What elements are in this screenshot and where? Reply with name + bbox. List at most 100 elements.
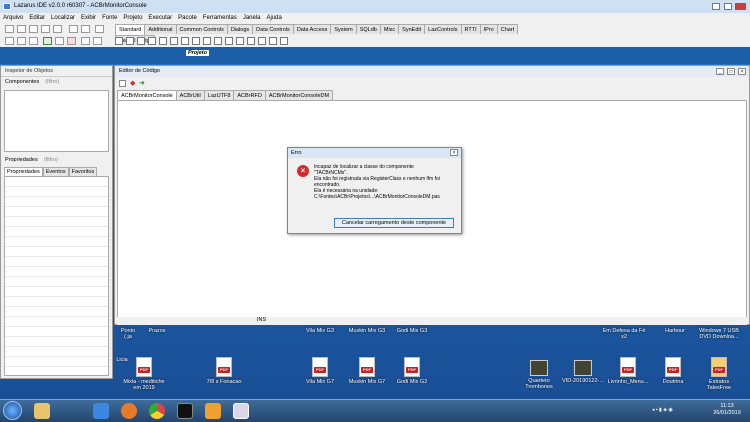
menu-item-9[interactable]: Janela xyxy=(240,13,264,23)
desktop-icon[interactable]: Em Defesa da Fé x2 xyxy=(602,328,646,340)
desktop-icon[interactable]: Muskin Mix G3 xyxy=(345,328,389,334)
save-icon[interactable] xyxy=(29,25,38,33)
new-unit-icon[interactable] xyxy=(5,37,14,45)
editor-tab-0[interactable]: ACBrMonitorConsole xyxy=(117,90,177,100)
step-over-icon[interactable] xyxy=(93,37,102,45)
palette-component-icon[interactable] xyxy=(247,37,255,45)
editor-tab-1[interactable]: ACBrUtil xyxy=(175,90,205,100)
properties-filter[interactable]: (filtro) xyxy=(38,157,58,163)
menu-item-0[interactable]: Arquivo xyxy=(0,13,26,23)
property-grid[interactable] xyxy=(4,176,109,376)
pdf-reader-icon[interactable] xyxy=(205,403,221,419)
components-tree[interactable] xyxy=(4,90,109,152)
palette-tab-12[interactable]: IPro xyxy=(479,24,498,34)
menu-item-3[interactable]: Exibir xyxy=(78,13,99,23)
palette-tab-6[interactable]: System xyxy=(330,24,357,34)
close-file-icon[interactable] xyxy=(53,25,62,33)
palette-tab-5[interactable]: Data Access xyxy=(292,24,332,34)
palette-tab-1[interactable]: Additional xyxy=(144,24,177,34)
maximize-button[interactable] xyxy=(724,3,732,10)
palette-component-icon[interactable] xyxy=(225,37,233,45)
desktop-icon[interactable]: VID-20190122-... xyxy=(561,360,605,384)
palette-component-icon[interactable] xyxy=(181,37,189,45)
palette-tab-8[interactable]: Misc xyxy=(379,24,400,34)
menu-item-1[interactable]: Editar xyxy=(26,13,48,23)
editor-close-button[interactable]: × xyxy=(738,68,746,75)
menu-item-8[interactable]: Ferramentas xyxy=(200,13,240,23)
palette-tab-13[interactable]: Chart xyxy=(496,24,519,34)
terminal-icon[interactable] xyxy=(177,403,193,419)
palette-tab-10[interactable]: LazControls xyxy=(424,24,462,34)
new-file-icon[interactable] xyxy=(5,25,14,33)
palette-tab-4[interactable]: Data Controls xyxy=(252,24,294,34)
desktop-icon[interactable]: 7/8 s Fonacao xyxy=(202,357,246,385)
run-icon[interactable] xyxy=(43,37,52,45)
tab-events[interactable]: Eventos xyxy=(42,167,69,176)
desktop-icon[interactable]: Extratos TalesFree xyxy=(697,357,741,391)
tray-icons[interactable]: ◂ ▪ ▮ ◈ ◉ xyxy=(652,407,712,415)
palette-tab-7[interactable]: SQLdb xyxy=(355,24,381,34)
save-all-icon[interactable] xyxy=(41,25,50,33)
palette-tab-3[interactable]: Dialogs xyxy=(226,24,254,34)
palette-component-icon[interactable] xyxy=(115,37,123,45)
editor-maximize-button[interactable]: □ xyxy=(727,68,735,75)
palette-tab-0[interactable]: Standard xyxy=(115,24,146,35)
palette-component-icon[interactable] xyxy=(269,37,277,45)
desktop-icon[interactable]: Muskin Mix G7 xyxy=(345,357,389,385)
editor-tab-4[interactable]: ACBrMonitorConsoleDM xyxy=(264,90,334,100)
palette-component-icon[interactable] xyxy=(280,37,288,45)
view-forms-icon[interactable] xyxy=(17,37,26,45)
internet-explorer-icon[interactable] xyxy=(93,403,109,419)
palette-component-icon[interactable] xyxy=(159,37,167,45)
build-mode-icon[interactable] xyxy=(29,37,38,45)
palette-component-icon[interactable] xyxy=(236,37,244,45)
palette-tab-9[interactable]: SynEdit xyxy=(398,24,426,34)
menu-item-2[interactable]: Localizar xyxy=(48,13,78,23)
forward-arrow-icon[interactable]: ➜ xyxy=(139,79,145,87)
desktop-icon[interactable]: Godi Mix G2 xyxy=(390,357,434,385)
editor-minimize-button[interactable]: _ xyxy=(716,68,724,75)
back-arrow-icon[interactable]: ◆ xyxy=(130,79,135,87)
chrome-icon[interactable] xyxy=(149,403,165,419)
desktop-icon[interactable]: Godi Mix G3 xyxy=(390,328,434,334)
menu-item-10[interactable]: Ajuda xyxy=(264,13,285,23)
start-button[interactable] xyxy=(3,401,22,420)
view-units-icon[interactable] xyxy=(95,25,104,33)
palette-component-icon[interactable] xyxy=(137,37,145,45)
editor-tab-2[interactable]: LazUTF8 xyxy=(203,90,235,100)
desktop-icon[interactable]: Livrinho_Menu... xyxy=(606,357,650,385)
desktop-icon[interactable]: Vila Mix G7 xyxy=(298,357,342,385)
tab-properties[interactable]: Propriedades xyxy=(4,167,43,176)
palette-tab-2[interactable]: Common Controls xyxy=(175,24,228,34)
menu-item-6[interactable]: Executar xyxy=(145,13,175,23)
palette-tab-11[interactable]: RTTI xyxy=(460,24,481,34)
desktop-icon[interactable]: Vila Mix G3 xyxy=(298,328,342,334)
tab-favorites[interactable]: Favoritos xyxy=(68,167,98,176)
palette-component-icon[interactable] xyxy=(170,37,178,45)
stop-icon[interactable] xyxy=(67,37,76,45)
menu-item-7[interactable]: Pacote xyxy=(175,13,200,23)
dialog-close-button[interactable]: × xyxy=(450,149,458,156)
components-filter[interactable]: (filtro) xyxy=(39,79,59,85)
palette-component-icon[interactable] xyxy=(192,37,200,45)
palette-component-icon[interactable] xyxy=(258,37,266,45)
minimize-button[interactable] xyxy=(712,3,720,10)
desktop-icon[interactable]: Quarteto Trombones xyxy=(517,360,561,390)
lazarus-taskbar-icon[interactable] xyxy=(233,403,249,419)
desktop-icon[interactable]: Doutrina xyxy=(651,357,695,385)
explorer-icon[interactable] xyxy=(34,403,50,419)
palette-component-icon[interactable] xyxy=(203,37,211,45)
desktop-icon[interactable]: Harbour xyxy=(653,328,697,334)
cancel-loading-button[interactable]: Cancelar carregamento deste componente xyxy=(334,218,454,228)
new-form-icon[interactable] xyxy=(69,25,78,33)
toggle-form-icon[interactable] xyxy=(81,25,90,33)
firefox-icon[interactable] xyxy=(121,403,137,419)
menu-item-5[interactable]: Projeto xyxy=(120,13,145,23)
close-button[interactable] xyxy=(735,3,746,10)
palette-component-icon[interactable] xyxy=(214,37,222,45)
desktop-icon[interactable]: Windows 7 USB DVD Downloa... xyxy=(697,328,741,340)
palette-component-icon[interactable] xyxy=(126,37,134,45)
menu-item-4[interactable]: Fonte xyxy=(99,13,120,23)
pause-icon[interactable] xyxy=(55,37,64,45)
palette-component-icon[interactable] xyxy=(148,37,156,45)
